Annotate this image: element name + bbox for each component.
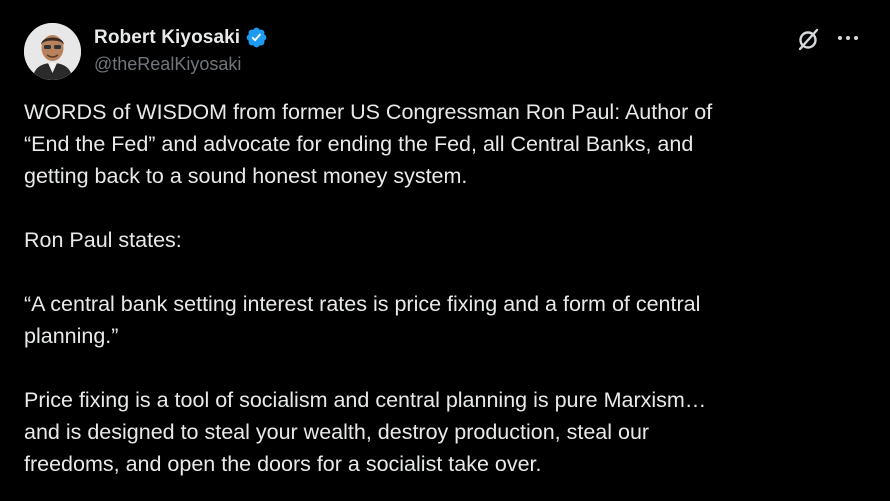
more-options-icon[interactable] [835, 28, 861, 48]
tweet-line: planning.” [24, 324, 119, 348]
tweet-paragraph-2: Ron Paul states: [24, 228, 182, 252]
tweet-text: WORDS of WISDOM from former US Congressm… [24, 96, 866, 480]
tweet-line: freedoms, and open the doors for a socia… [24, 452, 542, 476]
tweet-line: WORDS of WISDOM from former US Congressm… [24, 100, 713, 124]
verified-badge-icon[interactable] [245, 26, 268, 49]
author-name-row: Robert Kiyosaki [94, 26, 268, 49]
tweet-paragraph-1: WORDS of WISDOM from former US Congressm… [24, 96, 866, 192]
avatar-image [24, 23, 81, 80]
tweet: Robert Kiyosaki @theRealKiyosaki WORDS o… [0, 0, 890, 501]
author-handle[interactable]: @theRealKiyosaki [94, 54, 241, 75]
grok-icon[interactable] [796, 26, 822, 52]
avatar[interactable] [24, 23, 81, 80]
tweet-line: getting back to a sound honest money sys… [24, 164, 468, 188]
tweet-line: “End the Fed” and advocate for ending th… [24, 132, 694, 156]
tweet-line: “A central bank setting interest rates i… [24, 292, 701, 316]
author-display-name[interactable]: Robert Kiyosaki [94, 27, 240, 49]
tweet-paragraph-4: Price fixing is a tool of socialism and … [24, 384, 866, 480]
tweet-paragraph-3: “A central bank setting interest rates i… [24, 288, 866, 352]
tweet-line: and is designed to steal your wealth, de… [24, 420, 650, 444]
tweet-line: Price fixing is a tool of socialism and … [24, 388, 707, 412]
